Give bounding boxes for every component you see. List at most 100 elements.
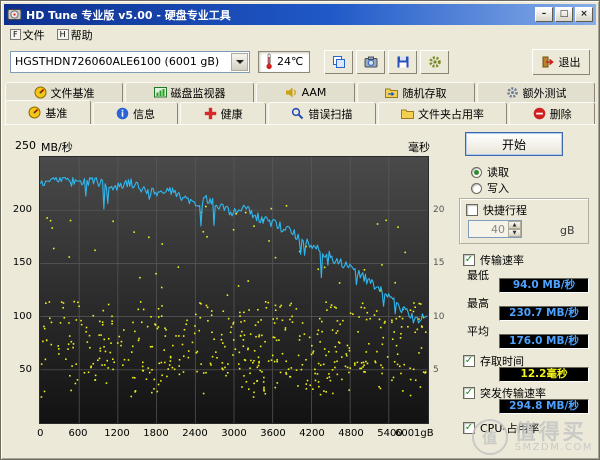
- health-icon: [204, 107, 217, 120]
- avg-label: 平均: [467, 325, 489, 338]
- y-tick-right: 10: [433, 311, 445, 322]
- max-label: 最高: [467, 297, 489, 310]
- settings-button[interactable]: [420, 49, 450, 74]
- shortstroke-unit: gB: [560, 224, 575, 237]
- chevron-down-icon: [235, 59, 244, 64]
- tab-health[interactable]: 健康: [180, 102, 267, 124]
- read-label: 读取: [487, 166, 509, 179]
- x-tick: 4200: [299, 428, 325, 439]
- x-tick: 6001gB: [394, 428, 434, 439]
- x-tick: 2400: [182, 428, 208, 439]
- tab-erase[interactable]: 删除: [509, 102, 596, 124]
- tab-error-scan[interactable]: 错误扫描: [268, 102, 376, 124]
- copy-button[interactable]: [324, 49, 354, 74]
- window-controls: – □ ×: [535, 7, 593, 22]
- tab-file-benchmark[interactable]: 文件基准: [5, 82, 124, 102]
- x-tick: 3000: [221, 428, 247, 439]
- y-axis-top-value: 250: [15, 139, 36, 152]
- exit-icon: [542, 56, 554, 68]
- shortstroke-label: 快捷行程: [483, 204, 527, 217]
- x-tick: 1800: [143, 428, 169, 439]
- y-axis-left-ticks: 200 150 100 50: [4, 156, 35, 424]
- titlebar: HD Tune 专业版 v5.00 - 硬盘专业工具 – □ ×: [4, 4, 596, 25]
- menu-help[interactable]: H 帮助: [53, 25, 101, 45]
- shortstroke-group: 快捷行程 40 ▲ ▼ gB: [459, 198, 589, 244]
- menu-file-label: 文件: [22, 28, 45, 42]
- tab-disk-monitor[interactable]: 磁盘监视器: [125, 82, 255, 102]
- close-button[interactable]: ×: [575, 7, 593, 22]
- tab-label: 健康: [220, 107, 243, 121]
- cpu-usage-label: CPU-占用率: [480, 422, 540, 435]
- transfer-rate-label: 传输速率: [480, 254, 524, 267]
- info-icon: [116, 107, 129, 120]
- gear-icon: [428, 55, 442, 69]
- radio-dot: [471, 182, 482, 194]
- exit-label: 退出: [558, 55, 581, 69]
- tab-label: 额外测试: [522, 86, 567, 100]
- spin-down-button[interactable]: ▼: [508, 229, 521, 237]
- tab-info[interactable]: 信息: [92, 102, 179, 124]
- read-radio[interactable]: 读取: [471, 164, 509, 180]
- menu-file-hotkey: F: [10, 29, 21, 40]
- tab-extra-tests[interactable]: 额外测试: [476, 82, 596, 102]
- temperature-value: 24℃: [277, 55, 304, 68]
- copy-icon: [332, 55, 346, 69]
- radio-dot: [471, 166, 482, 178]
- disk-monitor-icon: [153, 86, 167, 99]
- tab-label: 删除: [549, 107, 572, 121]
- tab-row-bottom: 基准 信息 健康 错误扫描 文件夹占用率 删除: [5, 100, 596, 124]
- exit-button[interactable]: 退出: [532, 48, 590, 75]
- shortstroke-input[interactable]: 40 ▲ ▼: [468, 220, 522, 238]
- tab-label: 磁盘监视器: [170, 86, 226, 100]
- x-tick: 3600: [260, 428, 286, 439]
- save-button[interactable]: [388, 49, 418, 74]
- start-label: 开始: [501, 137, 526, 152]
- spin-up-button[interactable]: ▲: [508, 221, 521, 229]
- shortstroke-checkbox[interactable]: 快捷行程: [466, 202, 527, 218]
- tab-label: 文件基准: [50, 86, 95, 100]
- x-axis-ticks: 0 600 1200 1800 2400 3000 3600 4200 4800 5400 6001…: [37, 428, 434, 441]
- error-scan-icon: [291, 107, 304, 120]
- x-tick: 4800: [338, 428, 364, 439]
- minimize-button[interactable]: –: [535, 7, 553, 22]
- file-benchmark-icon: [34, 86, 47, 99]
- checkbox-box: ✓: [463, 387, 475, 399]
- tab-benchmark[interactable]: 基准: [5, 100, 91, 124]
- tab-label: 基准: [45, 106, 68, 120]
- toolbar: HGSTHDN726060ALE6100 (6001 gB) 24℃ 退出: [4, 44, 596, 79]
- transfer-rate-checkbox[interactable]: ✓ 传输速率: [463, 252, 524, 268]
- start-button[interactable]: 开始: [465, 132, 563, 156]
- tab-label: AAM: [301, 86, 327, 99]
- menu-bar: F 文件 H 帮助: [4, 25, 596, 44]
- y-tick-left: 100: [12, 310, 32, 322]
- tab-aam[interactable]: AAM: [256, 82, 355, 102]
- min-value: 94.0 MB/秒: [499, 278, 589, 293]
- y-tick-left: 200: [12, 203, 32, 215]
- drive-select[interactable]: HGSTHDN726060ALE6100 (6001 gB): [10, 50, 250, 73]
- drive-dropdown-button[interactable]: [231, 52, 248, 71]
- checkbox-box: [466, 204, 478, 216]
- y-tick-right: 5: [433, 365, 439, 376]
- burst-rate-value: 294.8 MB/秒: [499, 399, 589, 414]
- screenshot-button[interactable]: [356, 49, 386, 74]
- access-time-value: 12.2毫秒: [499, 367, 589, 382]
- cpu-usage-checkbox[interactable]: ✓ CPU-占用率: [463, 420, 539, 436]
- benchmark-icon: [28, 106, 41, 119]
- x-tick: 1200: [104, 428, 130, 439]
- app-window: HD Tune 专业版 v5.00 - 硬盘专业工具 – □ × F 文件 H …: [0, 0, 600, 460]
- tab-folder-usage[interactable]: 文件夹占用率: [377, 102, 508, 124]
- random-access-icon: [385, 86, 399, 99]
- checkbox-box: ✓: [463, 422, 475, 434]
- x-tick: 600: [68, 428, 88, 439]
- min-label: 最低: [467, 269, 489, 282]
- y-tick-right: 15: [433, 258, 445, 269]
- tab-random-access[interactable]: 随机存取: [356, 82, 475, 102]
- save-icon: [396, 55, 410, 69]
- write-radio[interactable]: 写入: [471, 180, 509, 196]
- app-icon: [7, 7, 22, 22]
- drive-select-value: HGSTHDN726060ALE6100 (6001 gB): [15, 55, 220, 68]
- maximize-button[interactable]: □: [555, 7, 573, 22]
- menu-file[interactable]: F 文件: [6, 25, 53, 45]
- y-axis-left-unit: MB/秒: [41, 141, 73, 154]
- y-tick-right: 20: [433, 204, 445, 215]
